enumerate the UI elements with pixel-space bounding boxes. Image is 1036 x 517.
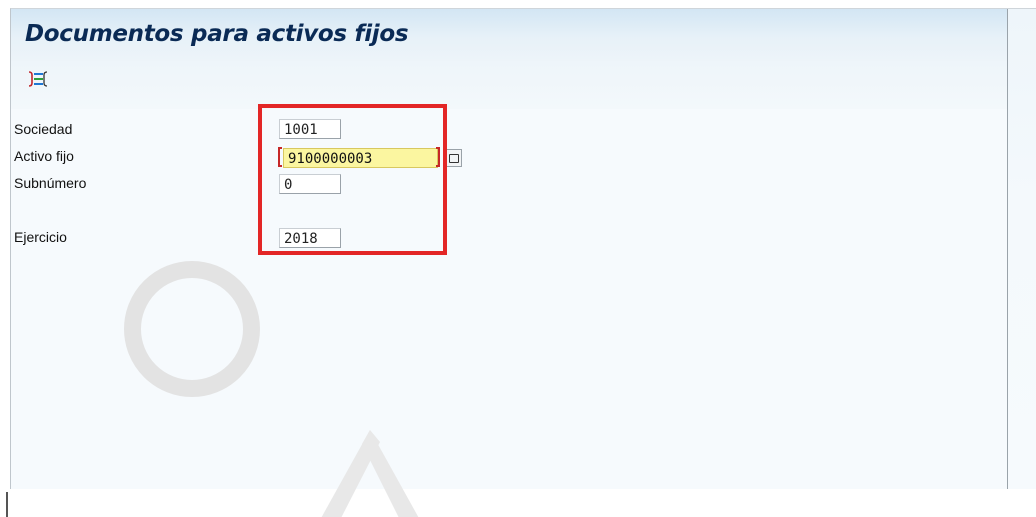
search-help-icon[interactable] [444,149,462,167]
activo-fijo-field[interactable]: 9100000003 [283,148,438,168]
page-edge-mark [6,492,8,517]
label-subnumero: Subnúmero [14,175,87,191]
label-sociedad: Sociedad [14,121,73,137]
title-bar: Documentos para activos fijos [11,9,1007,61]
page-title: Documentos para activos fijos [25,21,409,47]
subnumero-field[interactable]: 0 [279,174,341,194]
focus-bracket-right [436,147,440,167]
application-toolbar [11,61,1007,109]
label-activo-fijo: Activo fijo [14,148,74,164]
ejercicio-field[interactable]: 2018 [279,228,341,248]
screen-divider [1007,9,1008,489]
sociedad-field[interactable]: 1001 [279,119,341,139]
focus-bracket-left [278,147,282,167]
multiple-selection-icon[interactable] [27,69,49,89]
sap-screen: Documentos para activos fijos [10,8,1036,489]
selection-form [11,109,1007,489]
label-ejercicio: Ejercicio [14,229,67,245]
page: Documentos para activos fijos Sociedad A… [0,0,1036,517]
